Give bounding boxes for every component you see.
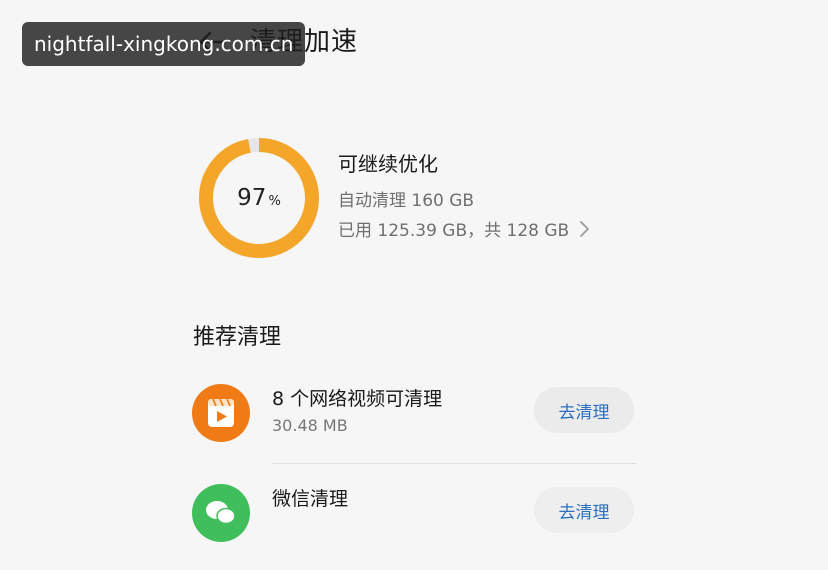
section-title-recommend: 推荐清理 [193, 325, 282, 350]
list-item-network-videos[interactable]: 8 个网络视频可清理 30.48 MB 去清理 [190, 384, 640, 470]
clean-wechat-button[interactable]: 去清理 [534, 487, 634, 533]
watermark: nightfall-xingkong.com.cn [22, 22, 306, 66]
storage-percent-value: 97 [237, 185, 267, 211]
storage-usage-text: 已用 125.39 GB，共 128 GB [338, 221, 570, 241]
storage-percent-unit: % [268, 193, 281, 209]
storage-percent: 97 % [198, 137, 320, 259]
optimization-status: 可继续优化 [338, 152, 438, 176]
wechat-icon [192, 484, 250, 542]
video-clip-icon [192, 384, 250, 442]
divider [272, 463, 636, 464]
chevron-right-icon [577, 219, 591, 239]
storage-usage-link[interactable]: 已用 125.39 GB，共 128 GB [338, 216, 591, 241]
list-item-wechat-clean[interactable]: 微信清理 去清理 [190, 484, 640, 570]
clean-videos-button[interactable]: 去清理 [534, 387, 634, 433]
storage-ring[interactable]: 97 % [198, 137, 320, 259]
item-title: 微信清理 [272, 488, 349, 510]
auto-clean-amount: 自动清理 160 GB [338, 191, 475, 211]
item-size: 30.48 MB [272, 416, 348, 435]
item-title: 8 个网络视频可清理 [272, 388, 443, 410]
